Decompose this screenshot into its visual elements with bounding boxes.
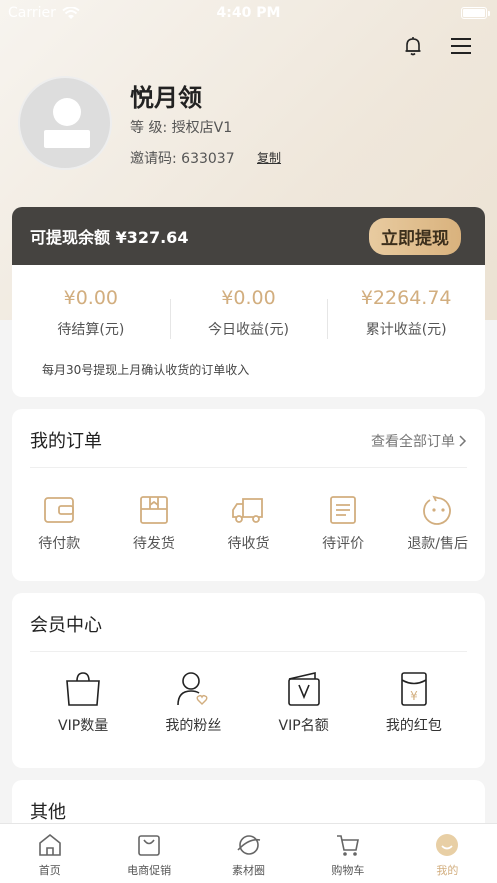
order-refund[interactable]: 退款/售后: [390, 495, 485, 553]
refund-icon: [422, 495, 451, 525]
tab-materials[interactable]: 素材圈: [199, 824, 298, 883]
stat-today[interactable]: ¥0.00 今日收益(元): [169, 287, 328, 339]
avatar-placeholder-icon: [44, 98, 90, 148]
status-bar: Carrier 4:40 PM: [0, 0, 497, 26]
tab-promotions[interactable]: 电商促销: [99, 824, 198, 883]
withdraw-tip: 每月30号提现上月确认收货的订单收入: [42, 363, 250, 377]
invite-code: 邀请码: 633037: [130, 151, 235, 167]
svg-text:¥: ¥: [410, 689, 418, 703]
bell-icon[interactable]: [401, 34, 425, 58]
stat-value: ¥0.00: [221, 287, 276, 309]
withdraw-button[interactable]: 立即提现: [369, 217, 461, 255]
orders-title: 我的订单: [30, 431, 102, 452]
vip-count[interactable]: VIP数量: [28, 671, 138, 735]
red-packet-icon: ¥: [401, 672, 427, 706]
truck-icon: [232, 498, 264, 523]
tab-cart[interactable]: 购物车: [298, 824, 397, 883]
order-pending-receipt[interactable]: 待收货: [201, 495, 296, 553]
member-center-card: 会员中心 VIP数量 我的粉丝 VIP名额 ¥ 我的红包: [12, 593, 485, 768]
order-pending-shipment[interactable]: 待发货: [107, 495, 202, 553]
balance-card: 可提现余额 ¥327.64 立即提现 ¥0.00 待结算(元) ¥0.00 今日…: [12, 207, 485, 397]
battery-icon: [461, 7, 490, 19]
top-actions: [401, 34, 473, 58]
earnings-stats: ¥0.00 待结算(元) ¥0.00 今日收益(元) ¥2264.74 累计收益…: [12, 287, 485, 339]
fans-icon: [177, 672, 208, 706]
divider: [30, 651, 467, 652]
my-fans[interactable]: 我的粉丝: [138, 671, 248, 735]
order-status-label: 待发货: [132, 536, 175, 552]
tab-label: 购物车: [331, 864, 365, 877]
member-item-label: VIP名额: [278, 718, 329, 734]
order-pending-payment[interactable]: 待付款: [12, 495, 107, 553]
stat-label: 待结算(元): [57, 322, 125, 338]
cart-icon: [336, 835, 359, 856]
order-status-label: 待评价: [322, 536, 365, 552]
user-name: 悦月领: [130, 84, 202, 112]
divider: [30, 467, 467, 468]
member-center-row: VIP数量 我的粉丝 VIP名额 ¥ 我的红包: [12, 671, 485, 735]
chevron-right-icon: [459, 435, 467, 447]
planet-icon: [236, 835, 260, 855]
bottom-tab-bar: 首页 电商促销 素材圈 购物车 我的: [0, 823, 497, 883]
withdrawable-balance: 可提现余额 ¥327.64: [30, 228, 189, 247]
review-icon: [330, 496, 356, 524]
home-icon: [38, 833, 61, 856]
member-item-label: 我的粉丝: [165, 718, 222, 734]
other-title: 其他: [30, 802, 66, 823]
tab-mine[interactable]: 我的: [398, 824, 497, 883]
tab-home[interactable]: 首页: [0, 824, 99, 883]
stat-value: ¥0.00: [63, 287, 119, 309]
tab-label: 电商促销: [127, 864, 172, 877]
view-all-orders-link[interactable]: 查看全部订单: [371, 431, 467, 451]
member-item-label: VIP数量: [58, 718, 109, 734]
order-status-label: 待付款: [38, 536, 81, 552]
stat-value: ¥2264.74: [360, 287, 452, 309]
stat-label: 今日收益(元): [208, 322, 289, 338]
wallet-icon: [44, 497, 75, 523]
avatar[interactable]: [18, 76, 112, 170]
order-pending-review[interactable]: 待评价: [296, 495, 391, 553]
tab-label: 首页: [38, 864, 61, 877]
vip-icon: [287, 671, 320, 706]
stat-label: 累计收益(元): [365, 322, 447, 338]
package-icon: [139, 496, 168, 524]
copy-invite-button[interactable]: 复制: [257, 149, 281, 166]
clock: 4:40 PM: [216, 5, 281, 21]
menu-icon[interactable]: [449, 34, 473, 58]
shop-bag-icon: [138, 835, 160, 856]
order-status-label: 退款/售后: [407, 536, 469, 552]
tab-label: 素材圈: [232, 864, 266, 877]
user-level: 等 级: 授权店V1: [130, 120, 233, 136]
order-status-label: 待收货: [227, 536, 270, 552]
balance-header: 可提现余额 ¥327.64 立即提现: [12, 207, 485, 265]
profile-icon: [436, 834, 459, 856]
tab-label: 我的: [436, 864, 459, 877]
bag-icon: [66, 672, 100, 706]
stat-total[interactable]: ¥2264.74 累计收益(元): [327, 287, 485, 339]
my-red-packet[interactable]: ¥ 我的红包: [359, 671, 469, 735]
order-status-row: 待付款 待发货 待收货 待评价 退款/售后: [12, 495, 485, 553]
orders-card: 我的订单 查看全部订单 待付款 待发货 待收货 待评价 退款/售后: [12, 409, 485, 581]
view-all-label: 查看全部订单: [371, 434, 455, 450]
vip-quota[interactable]: VIP名额: [249, 671, 359, 735]
member-center-title: 会员中心: [30, 615, 102, 636]
stat-pending[interactable]: ¥0.00 待结算(元): [12, 287, 170, 339]
member-item-label: 我的红包: [385, 718, 442, 734]
